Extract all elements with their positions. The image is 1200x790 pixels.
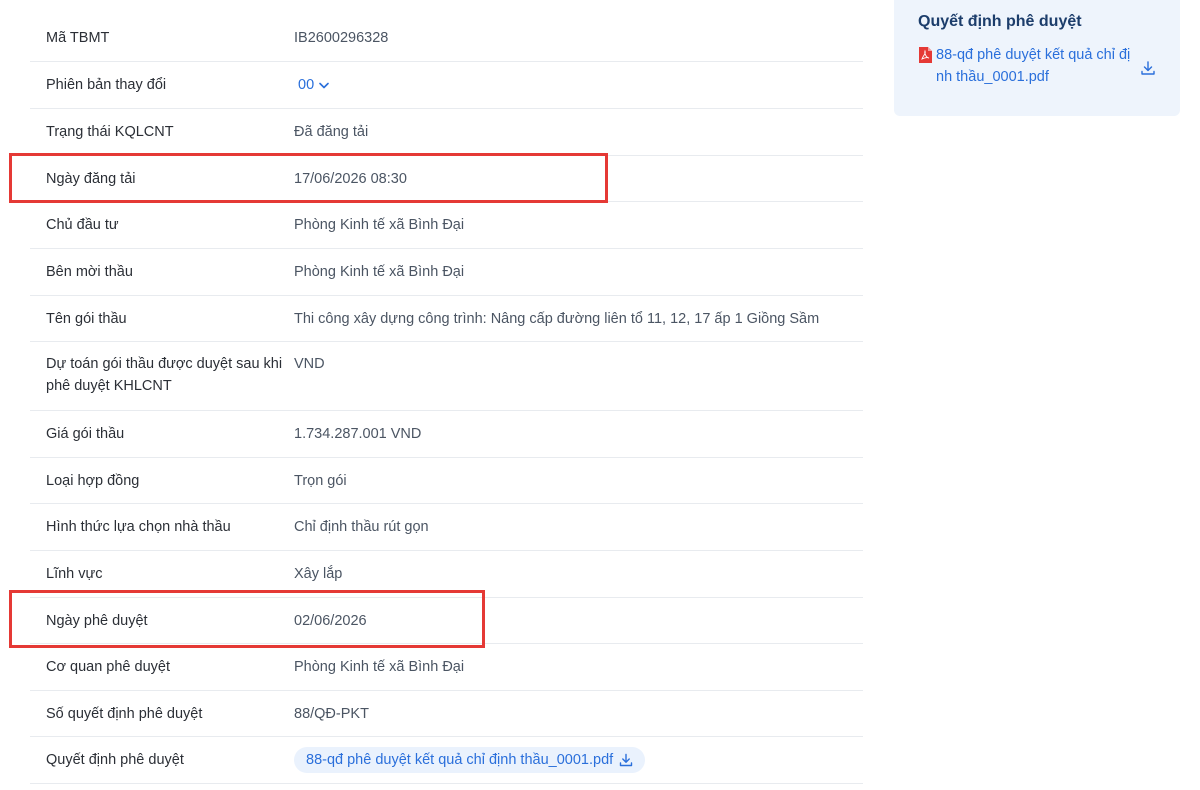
row-label: Loại hợp đồng <box>46 473 140 489</box>
row-ngay-dang-tai: Ngày đăng tải 17/06/2026 08:30 <box>30 156 863 202</box>
row-value: Chỉ định thầu rút gọn <box>294 519 429 535</box>
approval-decision-panel: Quyết định phê duyệt 88-qđ phê duyệt kết… <box>894 0 1180 116</box>
row-label: Chủ đầu tư <box>46 217 119 233</box>
row-label: Bên mời thầu <box>46 264 133 280</box>
tender-details-table: Mã TBMT IB2600296328 Phiên bản thay đổi … <box>30 15 863 784</box>
row-value: 17/06/2026 08:30 <box>294 171 407 187</box>
panel-title: Quyết định phê duyệt <box>918 13 1082 30</box>
row-value: Xây lắp <box>294 566 343 582</box>
row-label: Phiên bản thay đổi <box>46 77 167 93</box>
decision-file-name: 88-qđ phê duyệt kết quả chỉ định thầu_00… <box>306 752 614 768</box>
row-label: Trạng thái KQLCNT <box>46 124 174 140</box>
row-value-container: 88-qđ phê duyệt kết quả chỉ định thầu_00… <box>294 747 863 773</box>
download-icon[interactable] <box>1140 60 1156 76</box>
row-value: Đã đăng tải <box>294 124 369 140</box>
row-so-quyet-dinh: Số quyết định phê duyệt 88/QĐ-PKT <box>30 691 863 737</box>
row-value: IB2600296328 <box>294 30 389 46</box>
row-trang-thai: Trạng thái KQLCNT Đã đăng tải <box>30 109 863 156</box>
row-phien-ban: Phiên bản thay đổi 00 <box>30 62 863 109</box>
row-value: VND <box>294 356 325 372</box>
decision-file-link[interactable]: 88-qđ phê duyệt kết quả chỉ định thầu_00… <box>294 747 646 773</box>
row-co-quan-phe-duyet: Cơ quan phê duyệt Phòng Kinh tế xã Bình … <box>30 644 863 691</box>
row-value-container: 00 <box>294 74 863 96</box>
row-value: 1.734.287.001 VND <box>294 426 422 442</box>
row-label: Mã TBMT <box>46 30 110 46</box>
row-ma-tbmt: Mã TBMT IB2600296328 <box>30 15 863 62</box>
panel-file-link[interactable]: 88-qđ phê duyệt kết quả chỉ định thầu_00… <box>936 44 1138 88</box>
row-label: Tên gói thầu <box>46 311 127 327</box>
row-ten-goi-thau: Tên gói thầu Thi công xây dựng công trìn… <box>30 296 863 342</box>
row-quyet-dinh-phe-duyet: Quyết định phê duyệt 88-qđ phê duyệt kết… <box>30 737 863 784</box>
row-gia-goi-thau: Giá gói thầu 1.734.287.001 VND <box>30 411 863 458</box>
row-label: Giá gói thầu <box>46 426 125 442</box>
row-label: Lĩnh vực <box>46 566 103 582</box>
download-icon <box>619 753 633 767</box>
row-value: 02/06/2026 <box>294 613 367 629</box>
row-value: Trọn gói <box>294 473 347 489</box>
panel-file-item: 88-qđ phê duyệt kết quả chỉ định thầu_00… <box>918 44 1156 88</box>
row-value: Phòng Kinh tế xã Bình Đại <box>294 217 465 233</box>
pdf-icon <box>919 47 932 63</box>
row-label: Ngày đăng tải <box>46 171 136 187</box>
row-label: Quyết định phê duyệt <box>46 752 184 768</box>
chevron-down-icon <box>319 82 329 88</box>
row-ngay-phe-duyet: Ngày phê duyệt 02/06/2026 <box>30 598 863 644</box>
row-loai-hop-dong: Loại hợp đồng Trọn gói <box>30 458 863 504</box>
row-ben-moi-thau: Bên mời thầu Phòng Kinh tế xã Bình Đại <box>30 249 863 296</box>
row-label: Ngày phê duyệt <box>46 613 148 629</box>
row-du-toan: Dự toán gói thầu được duyệt sau khi phê … <box>30 342 863 411</box>
row-value: 88/QĐ-PKT <box>294 706 369 722</box>
version-value: 00 <box>298 77 315 93</box>
tender-result-page: Mã TBMT IB2600296328 Phiên bản thay đổi … <box>0 0 1200 790</box>
row-label: Cơ quan phê duyệt <box>46 659 170 675</box>
row-hinh-thuc: Hình thức lựa chọn nhà thầu Chỉ định thầ… <box>30 504 863 551</box>
row-label: Số quyết định phê duyệt <box>46 706 203 722</box>
row-linh-vuc: Lĩnh vực Xây lắp <box>30 551 863 598</box>
row-label: Dự toán gói thầu được duyệt sau khi phê … <box>46 356 283 394</box>
row-value: Phòng Kinh tế xã Bình Đại <box>294 264 465 280</box>
row-chu-dau-tu: Chủ đầu tư Phòng Kinh tế xã Bình Đại <box>30 202 863 249</box>
row-value: Thi công xây dựng công trình: Nâng cấp đ… <box>294 311 820 327</box>
row-value: Phòng Kinh tế xã Bình Đại <box>294 659 465 675</box>
version-dropdown[interactable]: 00 <box>294 74 329 96</box>
row-label: Hình thức lựa chọn nhà thầu <box>46 519 231 535</box>
